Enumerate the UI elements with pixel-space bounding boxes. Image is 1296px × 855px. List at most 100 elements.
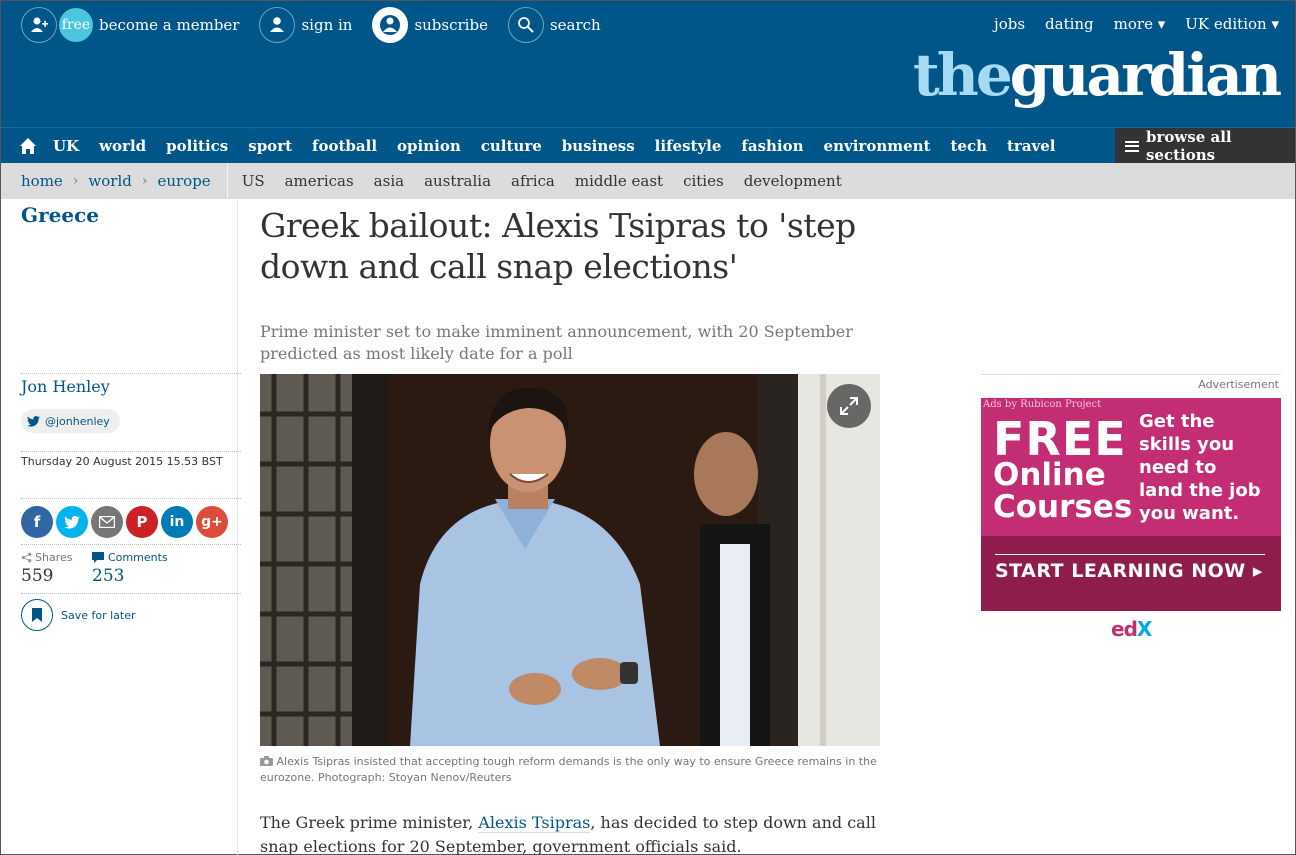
email-icon: [99, 516, 115, 528]
ad-courses: Courses: [993, 489, 1133, 525]
ad-rubicon-label[interactable]: Ads by Rubicon Project: [983, 399, 1101, 410]
sign-in-link[interactable]: sign in: [259, 7, 352, 43]
subnav-item-development[interactable]: development: [744, 172, 842, 190]
nav-item-football[interactable]: football: [312, 137, 377, 155]
ad-tagline-line: land the job: [1139, 480, 1261, 501]
section-label[interactable]: Greece: [21, 203, 99, 227]
facebook-share-button[interactable]: f: [21, 506, 53, 538]
article-main-image[interactable]: [260, 374, 880, 746]
edx-logo-x: X: [1136, 617, 1152, 641]
subnav-divider: [226, 163, 228, 199]
add-user-icon: [21, 7, 57, 43]
chevron-right-icon: ›: [72, 173, 79, 189]
user-icon: [259, 7, 296, 43]
ad-online: Online: [993, 457, 1106, 493]
nav-item-opinion[interactable]: opinion: [397, 137, 461, 155]
breadcrumb-home[interactable]: home: [21, 172, 63, 190]
photo-illustration: [260, 374, 880, 746]
main-nav: UK world politics sport football opinion…: [1, 127, 1295, 164]
subnav-item-americas[interactable]: americas: [285, 172, 354, 190]
ad-tagline-line: skills you: [1139, 434, 1235, 455]
linkedin-share-button[interactable]: in: [161, 506, 193, 538]
ad-cta-band: START LEARNING NOW ▸: [981, 536, 1281, 611]
subnav-item-africa[interactable]: africa: [511, 172, 555, 190]
twitter-bird-icon: [27, 415, 40, 427]
expand-icon: [840, 397, 858, 415]
bookmark-icon: [21, 599, 53, 631]
article-headline: Greek bailout: Alexis Tsipras to 'step d…: [260, 206, 856, 286]
pinterest-icon: P: [136, 513, 148, 531]
email-share-button[interactable]: [91, 506, 123, 538]
ad-tagline: Get the skills you need to land the job …: [1139, 410, 1261, 525]
ad-tagline-line: need to: [1139, 457, 1217, 478]
top-links: free become a member sign in subscribe s…: [21, 7, 621, 43]
dating-link[interactable]: dating: [1045, 15, 1094, 33]
divider: [21, 593, 241, 594]
subscribe-link[interactable]: subscribe: [372, 7, 488, 43]
logo-guardian: guardian: [1009, 41, 1282, 109]
breadcrumb-europe[interactable]: europe: [157, 172, 210, 190]
comments-count: 253: [92, 566, 125, 586]
expand-image-button[interactable]: [827, 384, 871, 428]
nav-item-tech[interactable]: tech: [950, 137, 987, 155]
nav-item-fashion[interactable]: fashion: [741, 137, 803, 155]
subnav-item-cities[interactable]: cities: [683, 172, 724, 190]
guardian-logo[interactable]: theguardian: [913, 41, 1282, 109]
article-body: The Greek prime minister, Alexis Tsipras…: [260, 811, 880, 855]
breadcrumb: home › world › europe: [21, 172, 211, 190]
divider: [21, 451, 241, 452]
divider: [21, 498, 241, 499]
nav-item-environment[interactable]: environment: [824, 137, 931, 155]
shares-stat: Shares 559: [21, 551, 92, 586]
twitter-share-button[interactable]: [56, 506, 88, 538]
subnav-item-asia[interactable]: asia: [374, 172, 404, 190]
nav-item-uk[interactable]: UK: [53, 137, 79, 155]
subnav-item-australia[interactable]: australia: [424, 172, 491, 190]
free-badge: free: [59, 8, 93, 42]
nav-item-lifestyle[interactable]: lifestyle: [655, 137, 722, 155]
subnav-item-middle-east[interactable]: middle east: [575, 172, 663, 190]
twitter-icon: [64, 515, 80, 529]
top-right-links: jobs dating more ▾ UK edition ▾: [974, 15, 1279, 33]
sub-nav: home › world › europe US americas asia a…: [1, 163, 1295, 199]
edx-advertisement[interactable]: Ads by Rubicon Project FREE Online Cours…: [981, 398, 1281, 611]
column-divider: [237, 199, 238, 855]
home-icon[interactable]: [19, 137, 37, 155]
nav-item-business[interactable]: business: [562, 137, 635, 155]
search-label: search: [549, 16, 601, 34]
ad-cta-rule: [995, 554, 1265, 555]
ad-start-learning-button[interactable]: START LEARNING NOW ▸: [995, 560, 1263, 582]
shares-count: 559: [21, 566, 54, 586]
nav-item-culture[interactable]: culture: [481, 137, 542, 155]
ad-tagline-line: Get the: [1139, 411, 1215, 432]
become-member-link[interactable]: free become a member: [21, 7, 239, 43]
pinterest-share-button[interactable]: P: [126, 506, 158, 538]
site-header: free become a member sign in subscribe s…: [1, 1, 1295, 127]
divider: [21, 373, 241, 374]
author-link[interactable]: Jon Henley: [21, 377, 110, 396]
edx-logo[interactable]: edX: [1111, 617, 1152, 641]
nav-item-world[interactable]: world: [99, 137, 146, 155]
comments-stat[interactable]: Comments 253: [92, 551, 168, 586]
breadcrumb-world[interactable]: world: [88, 172, 131, 190]
googleplus-share-button[interactable]: g+: [196, 506, 228, 538]
nav-item-politics[interactable]: politics: [166, 137, 228, 155]
comment-icon: [92, 552, 104, 563]
search-link[interactable]: search: [507, 7, 601, 43]
jobs-link[interactable]: jobs: [994, 15, 1025, 33]
ad-tagline-line: you want.: [1139, 503, 1240, 524]
nav-item-sport[interactable]: sport: [248, 137, 292, 155]
browse-label: browse all sections: [1145, 128, 1232, 164]
linkedin-icon: in: [169, 514, 185, 530]
more-menu[interactable]: more ▾: [1114, 15, 1166, 33]
subnav-item-us[interactable]: US: [242, 172, 265, 190]
save-for-later-button[interactable]: Save for later: [21, 599, 136, 631]
nav-item-travel[interactable]: travel: [1007, 137, 1056, 155]
body-link-tsipras[interactable]: Alexis Tsipras: [478, 813, 591, 833]
twitter-handle-button[interactable]: @jonhenley: [21, 409, 120, 433]
browse-all-sections-button[interactable]: browse all sections: [1115, 128, 1295, 164]
caption-text: Alexis Tsipras insisted that accepting t…: [260, 755, 877, 784]
article-standfirst: Prime minister set to make imminent anno…: [260, 322, 853, 363]
edition-menu[interactable]: UK edition ▾: [1185, 15, 1279, 33]
twitter-handle: @jonhenley: [45, 414, 110, 428]
